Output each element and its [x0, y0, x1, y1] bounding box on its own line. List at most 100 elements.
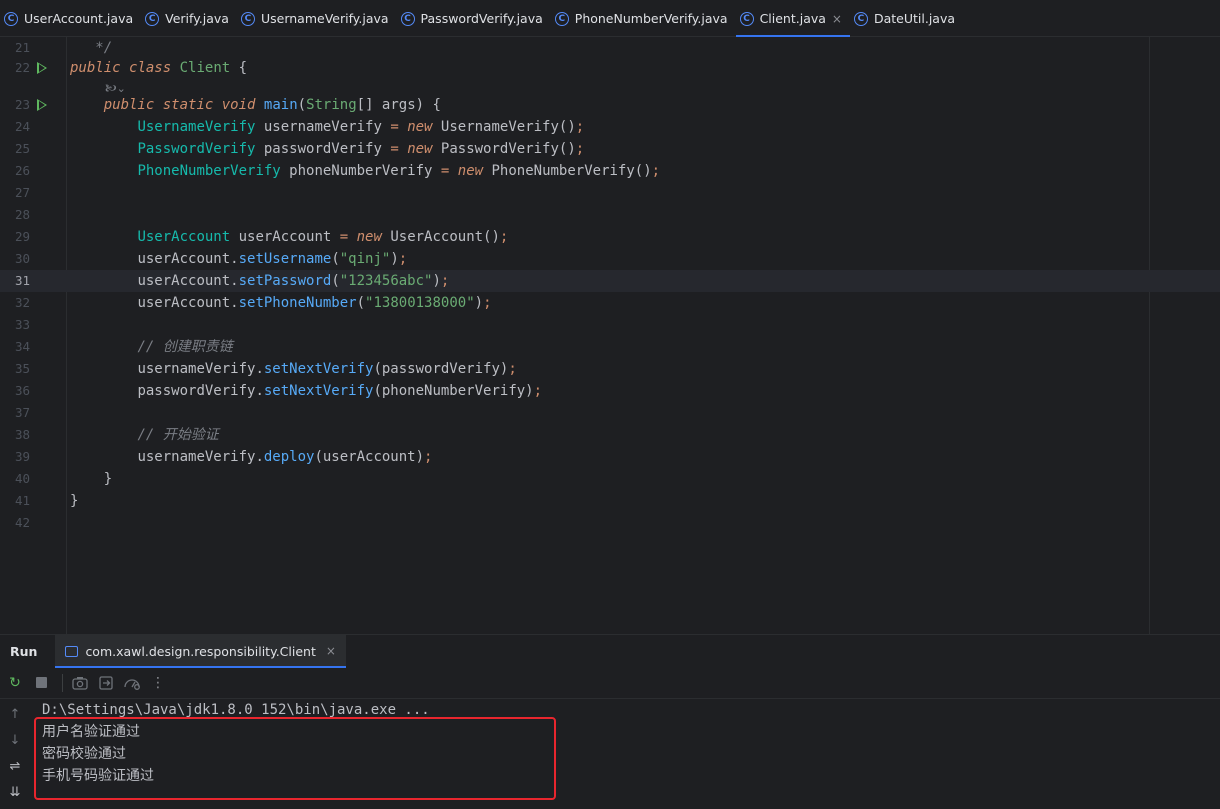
code-line[interactable]: 33 [0, 314, 1220, 336]
rerun-icon[interactable]: ↻ [4, 672, 26, 694]
class-icon: C [554, 11, 569, 26]
code-line[interactable]: 40 } [0, 468, 1220, 490]
code-line[interactable]: 23 public static void main(String[] args… [0, 94, 1220, 116]
exit-icon[interactable] [95, 672, 117, 694]
code-line[interactable]: 21 */ [0, 37, 1220, 59]
code-text: usernameVerify.setNextVerify(passwordVer… [70, 358, 516, 380]
code-line[interactable]: 37 [0, 402, 1220, 424]
editor-tab[interactable]: C Verify.java [141, 0, 237, 37]
code-token: class [129, 60, 172, 76]
console-side-toolbar: ↑ ↓ ⇌ ⇊ [0, 699, 30, 809]
close-icon[interactable]: × [326, 644, 336, 658]
inlay-hint-icon[interactable]: 🙤⌄ [105, 80, 126, 99]
code-token: ) [474, 295, 484, 311]
code-token: ; [575, 141, 585, 157]
editor-tab[interactable]: C PasswordVerify.java [397, 0, 551, 37]
code-token: setPhoneNumber [238, 295, 357, 311]
code-line[interactable]: 30 userAccount.setUsername("qinj"); [0, 248, 1220, 270]
profiler-icon[interactable] [121, 672, 143, 694]
close-icon[interactable]: × [832, 12, 842, 26]
code-line[interactable]: 36 passwordVerify.setNextVerify(phoneNum… [0, 380, 1220, 402]
class-icon: C [240, 11, 255, 26]
line-number: 41 [14, 493, 30, 508]
scroll-up-icon[interactable]: ↑ [6, 705, 24, 723]
code-token: ( [331, 273, 340, 289]
code-text: PhoneNumberVerify phoneNumberVerify = ne… [70, 160, 660, 182]
code-text: UserAccount userAccount = new UserAccoun… [70, 226, 508, 248]
code-line[interactable]: 26 PhoneNumberVerify phoneNumberVerify =… [0, 160, 1220, 182]
code-line[interactable]: 28 [0, 204, 1220, 226]
class-icon: C [4, 11, 18, 26]
code-line[interactable]: 32 userAccount.setPhoneNumber("138001380… [0, 292, 1220, 314]
code-line[interactable]: 31 userAccount.setPassword("123456abc"); [0, 270, 1220, 292]
line-number: 23 [14, 97, 30, 112]
code-line[interactable]: 27 [0, 182, 1220, 204]
code-line[interactable]: 35 usernameVerify.setNextVerify(password… [0, 358, 1220, 380]
code-line[interactable]: 24 UsernameVerify usernameVerify = new U… [0, 116, 1220, 138]
run-config-tab[interactable]: com.xawl.design.responsibility.Client × [55, 634, 346, 668]
line-number: 26 [14, 163, 30, 178]
code-token: [] args) { [356, 97, 441, 113]
code-line[interactable]: 42 [0, 512, 1220, 534]
code-text: userAccount.setUsername("qinj"); [70, 248, 407, 270]
code-line[interactable]: 38 // 开始验证 [0, 424, 1220, 446]
class-icon: C [400, 11, 415, 26]
code-line[interactable]: 22 public class Client { [0, 57, 1220, 79]
line-number: 42 [14, 515, 30, 530]
code-token: (userAccount) [314, 449, 425, 465]
code-line[interactable]: 34 // 创建职责链 [0, 336, 1220, 358]
scroll-down-icon[interactable]: ↓ [6, 731, 24, 749]
code-token: setUsername [238, 251, 332, 267]
more-options-icon[interactable]: ⋮ [147, 672, 169, 694]
run-gutter-icon[interactable] [37, 99, 47, 111]
line-number: 31 [14, 273, 30, 288]
run-panel-header: Run com.xawl.design.responsibility.Clien… [0, 634, 1220, 668]
code-token: UsernameVerify() [432, 119, 576, 135]
soft-wrap-icon[interactable]: ⇌ [6, 757, 24, 775]
code-token: = [390, 141, 399, 157]
code-text: usernameVerify.deploy(userAccount); [70, 446, 432, 468]
code-token: userAccount. [137, 273, 239, 289]
code-line[interactable]: 39 usernameVerify.deploy(userAccount); [0, 446, 1220, 468]
code-token: void [221, 97, 256, 113]
editor-tab[interactable]: C PhoneNumberVerify.java [551, 0, 736, 37]
run-toolbar: ↻ ⋮ [0, 667, 1220, 699]
code-editor[interactable]: 21 */22 public class Client { 23 public st… [0, 37, 1220, 634]
line-number: 27 [14, 185, 30, 200]
run-config-tab-label: com.xawl.design.responsibility.Client [85, 643, 316, 659]
run-gutter-icon[interactable] [37, 62, 47, 74]
editor-tab[interactable]: C DateUtil.java [850, 0, 963, 37]
stop-icon[interactable] [30, 672, 52, 694]
code-line[interactable]: 25 PasswordVerify passwordVerify = new P… [0, 138, 1220, 160]
code-token: "123456abc" [339, 273, 433, 289]
code-token: userAccount. [137, 251, 239, 267]
run-panel-title[interactable]: Run [0, 644, 47, 659]
code-token: passwordVerify [255, 141, 391, 157]
camera-icon[interactable] [69, 672, 91, 694]
code-token: setPassword [238, 273, 332, 289]
scroll-to-end-icon[interactable]: ⇊ [6, 783, 24, 801]
code-token: userAccount [230, 229, 340, 245]
code-token: usernameVerify. [137, 361, 264, 377]
editor-tab[interactable]: C UsernameVerify.java [237, 0, 397, 37]
editor-tab-label: PasswordVerify.java [420, 11, 543, 26]
code-text: } [70, 490, 78, 512]
code-line[interactable]: 41} [0, 490, 1220, 512]
editor-tab[interactable]: C UserAccount.java [0, 0, 141, 37]
code-token: new [407, 141, 433, 157]
editor-tab[interactable]: C Client.java × [735, 0, 851, 38]
code-line[interactable]: 29 UserAccount userAccount = new UserAcc… [0, 226, 1220, 248]
